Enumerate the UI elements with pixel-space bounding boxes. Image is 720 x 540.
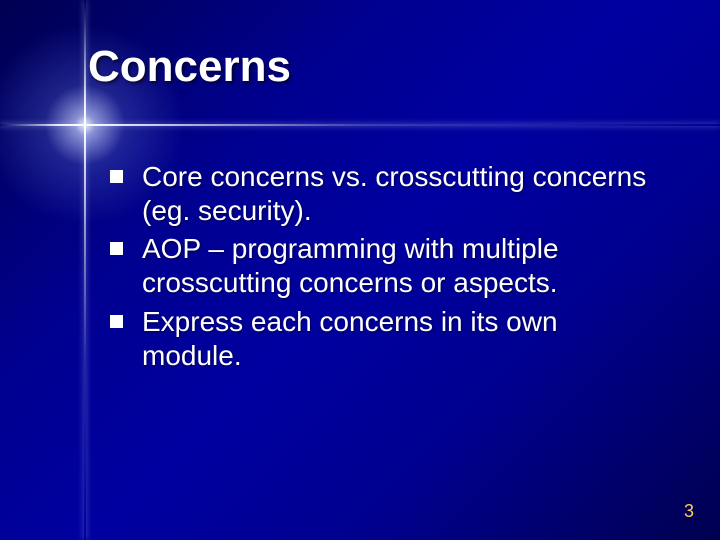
- square-bullet-icon: [110, 170, 123, 183]
- bullet-item: Express each concerns in its own module.: [110, 305, 660, 373]
- bullet-item: Core concerns vs. crosscutting concerns …: [110, 160, 660, 228]
- slide: Concerns Core concerns vs. crosscutting …: [0, 0, 720, 540]
- slide-title: Concerns: [88, 42, 291, 92]
- bullet-item: AOP – programming with multiple crosscut…: [110, 232, 660, 300]
- bullet-text: AOP – programming with multiple crosscut…: [142, 233, 559, 298]
- bullet-text: Express each concerns in its own module.: [142, 306, 558, 371]
- square-bullet-icon: [110, 242, 123, 255]
- slide-body: Core concerns vs. crosscutting concerns …: [110, 160, 660, 377]
- bullet-text: Core concerns vs. crosscutting concerns …: [142, 161, 646, 226]
- horizontal-flare: [0, 124, 720, 126]
- vertical-flare: [84, 0, 86, 540]
- page-number: 3: [684, 501, 694, 522]
- square-bullet-icon: [110, 315, 123, 328]
